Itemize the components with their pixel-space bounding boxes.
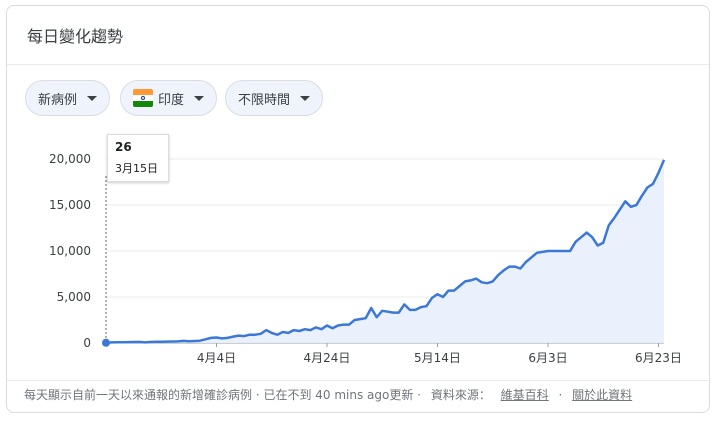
y-tick-label: 5,000 <box>57 290 91 304</box>
x-tick-label: 6月3日 <box>528 351 567 365</box>
tooltip-value: 26 <box>115 140 132 154</box>
about-data-link[interactable]: 關於此資料 <box>572 388 632 402</box>
tooltip-date: 3月15日 <box>115 162 158 175</box>
separator: · <box>558 388 563 402</box>
source-label: 資料來源： <box>430 388 491 402</box>
source-link[interactable]: 維基百科 <box>501 388 549 402</box>
x-tick-label: 5月14日 <box>414 351 461 365</box>
hover-point[interactable] <box>102 338 110 347</box>
footer-divider <box>7 380 709 381</box>
covid-trend-card: 每日變化趨勢 新病例 印度 不限時間 20,000 15,000 10,000 5,0… <box>6 5 710 413</box>
trend-chart[interactable]: 20,000 15,000 10,000 5,000 0 4月4日 4月24日 5月14日 6… <box>7 6 710 378</box>
y-tick-label: 10,000 <box>49 244 91 258</box>
y-tick-label: 0 <box>83 336 91 350</box>
hover-tooltip: 26 3月15日 <box>107 134 169 182</box>
x-tick-label: 4月4日 <box>197 351 236 365</box>
x-tick-label: 4月24日 <box>304 351 351 365</box>
y-tick-label: 20,000 <box>49 152 91 166</box>
footer: 每天顯示自前一天以來通報的新增確診病例 · 已在不到 40 mins ago更新… <box>24 386 632 403</box>
y-tick-label: 15,000 <box>49 198 91 212</box>
footer-text: 每天顯示自前一天以來通報的新增確診病例 · 已在不到 40 mins ago更新… <box>24 388 421 402</box>
x-tick-label: 6月23日 <box>635 351 682 365</box>
